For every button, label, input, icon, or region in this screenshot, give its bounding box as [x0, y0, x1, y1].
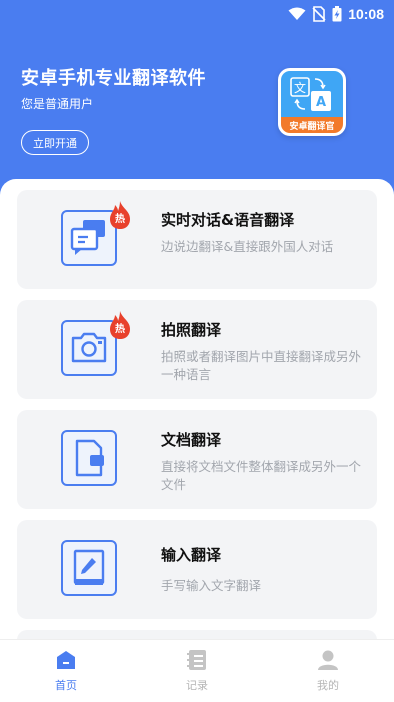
status-bar: 10:08: [0, 0, 394, 28]
translate-icon: 文 A: [290, 77, 331, 111]
hot-badge-label: 热: [115, 324, 125, 335]
feature-description: 拍照或者翻译图片中直接翻译成另外一种语言: [161, 349, 362, 382]
feature-card-photo-translation[interactable]: 热 拍照翻译 拍照或者翻译图片中直接翻译成另外一种语言: [17, 300, 377, 399]
feature-title: 拍照翻译: [161, 321, 222, 339]
feature-title: 文档翻译: [161, 431, 222, 449]
membership-status: 您是普通用户: [21, 97, 94, 111]
feature-card-document-translation[interactable]: 文档翻译 直接将文档文件整体翻译成另外一个文件: [17, 410, 377, 509]
feature-card-input-translation[interactable]: 输入翻译 手写输入文字翻译: [17, 520, 377, 619]
feature-card-partial[interactable]: [17, 630, 377, 639]
wifi-icon: [288, 7, 306, 20]
hot-badge-icon: 热: [107, 310, 133, 340]
tab-label: 我的: [317, 679, 339, 692]
tab-label: 首页: [55, 679, 77, 692]
bottom-tab-bar: 首页 记录 我的: [0, 639, 394, 702]
tab-label: 记录: [186, 679, 208, 692]
header-banner: 10:08 安卓手机专业翻译软件 您是普通用户 立即开通 文 A 安卓翻译官: [0, 0, 394, 200]
hot-badge-icon: 热: [107, 200, 133, 230]
tab-records[interactable]: 记录: [147, 640, 247, 702]
logo-caption: 安卓翻译官: [281, 117, 343, 133]
feature-list: 热 实时对话&语音翻译 边说边翻译&直接跟外国人对话 热 拍照翻译 拍照或者翻译…: [0, 179, 394, 639]
logo-glyph-zh: 文: [294, 80, 306, 95]
app-logo: 文 A 安卓翻译官: [278, 68, 346, 136]
home-icon: [57, 651, 75, 669]
feature-description: 手写输入文字翻译: [161, 578, 262, 593]
feature-description: 直接将文档文件整体翻译成另外一个文件: [161, 459, 362, 492]
user-icon: [318, 650, 338, 670]
clock: 10:08: [348, 6, 384, 22]
feature-description: 边说边翻译&直接跟外国人对话: [161, 239, 334, 254]
hot-badge-label: 热: [115, 214, 125, 225]
document-icon: [61, 430, 117, 486]
battery-charging-icon: [332, 6, 342, 22]
feature-title: 输入翻译: [161, 546, 222, 564]
activate-vip-button[interactable]: 立即开通: [21, 130, 89, 155]
app-title: 安卓手机专业翻译软件: [21, 68, 206, 89]
records-icon: [187, 650, 206, 670]
tab-home[interactable]: 首页: [16, 640, 116, 702]
feature-card-voice-translation[interactable]: 热 实时对话&语音翻译 边说边翻译&直接跟外国人对话: [17, 190, 377, 289]
handwriting-icon: [61, 540, 117, 596]
logo-glyph-en: A: [316, 95, 326, 110]
tab-profile[interactable]: 我的: [278, 640, 378, 702]
feature-title: 实时对话&语音翻译: [161, 211, 295, 229]
no-sim-icon: [312, 6, 326, 22]
